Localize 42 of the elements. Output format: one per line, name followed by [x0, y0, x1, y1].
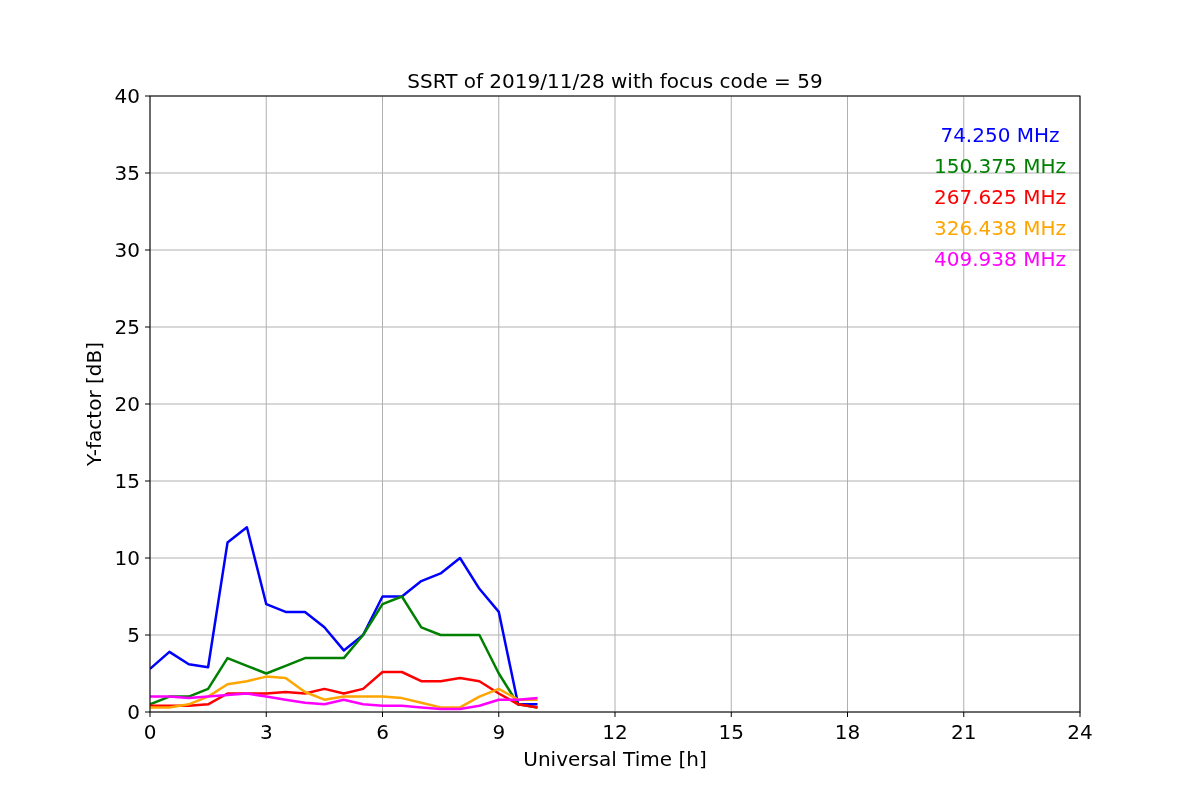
- tick-label: 35: [114, 161, 140, 185]
- tick-label: 12: [602, 720, 628, 744]
- tick-label: 40: [114, 84, 140, 108]
- tick-mark: [498, 711, 500, 718]
- axis-label: Universal Time [h]: [523, 747, 707, 771]
- tick-mark: [144, 326, 151, 328]
- tick-mark: [144, 480, 151, 482]
- tick-label: 21: [951, 720, 977, 744]
- tick-mark: [1079, 711, 1081, 718]
- tick-label: 30: [114, 238, 140, 262]
- legend-label: 409.938 MHz: [934, 247, 1066, 271]
- tick-label: 18: [834, 720, 861, 744]
- legend-label: 74.250 MHz: [940, 123, 1060, 147]
- tick-label: 9: [492, 720, 506, 744]
- tick-label: 15: [718, 720, 744, 744]
- tick-label: 6: [376, 720, 389, 744]
- legend-label: 326.438 MHz: [934, 216, 1066, 240]
- tick-label: 20: [114, 392, 140, 416]
- tick-mark: [144, 403, 151, 405]
- tick-label: 10: [114, 546, 140, 570]
- legend-label: 150.375 MHz: [934, 154, 1066, 178]
- chart-title: SSRT of 2019/11/28 with focus code = 59: [407, 69, 823, 93]
- legend-label: 267.625 MHz: [934, 185, 1066, 209]
- tick-label: 24: [1067, 720, 1093, 744]
- tick-label: 25: [114, 315, 140, 339]
- axis-label: Y-factor [dB]: [82, 342, 106, 466]
- tick-label: 0: [127, 700, 140, 724]
- tick-mark: [614, 711, 616, 718]
- tick-mark: [847, 711, 848, 718]
- tick-mark: [963, 711, 965, 718]
- tick-mark: [144, 634, 151, 636]
- tick-mark: [382, 711, 383, 718]
- tick-mark: [144, 95, 151, 97]
- tick-mark: [144, 172, 151, 174]
- tick-mark: [730, 711, 732, 718]
- tick-label: 15: [114, 469, 140, 493]
- tick-label: 5: [127, 623, 140, 647]
- tick-mark: [144, 557, 151, 559]
- tick-label: 3: [259, 720, 273, 744]
- tick-mark: [144, 249, 151, 251]
- tick-label: 0: [143, 720, 157, 744]
- tick-mark: [265, 711, 267, 718]
